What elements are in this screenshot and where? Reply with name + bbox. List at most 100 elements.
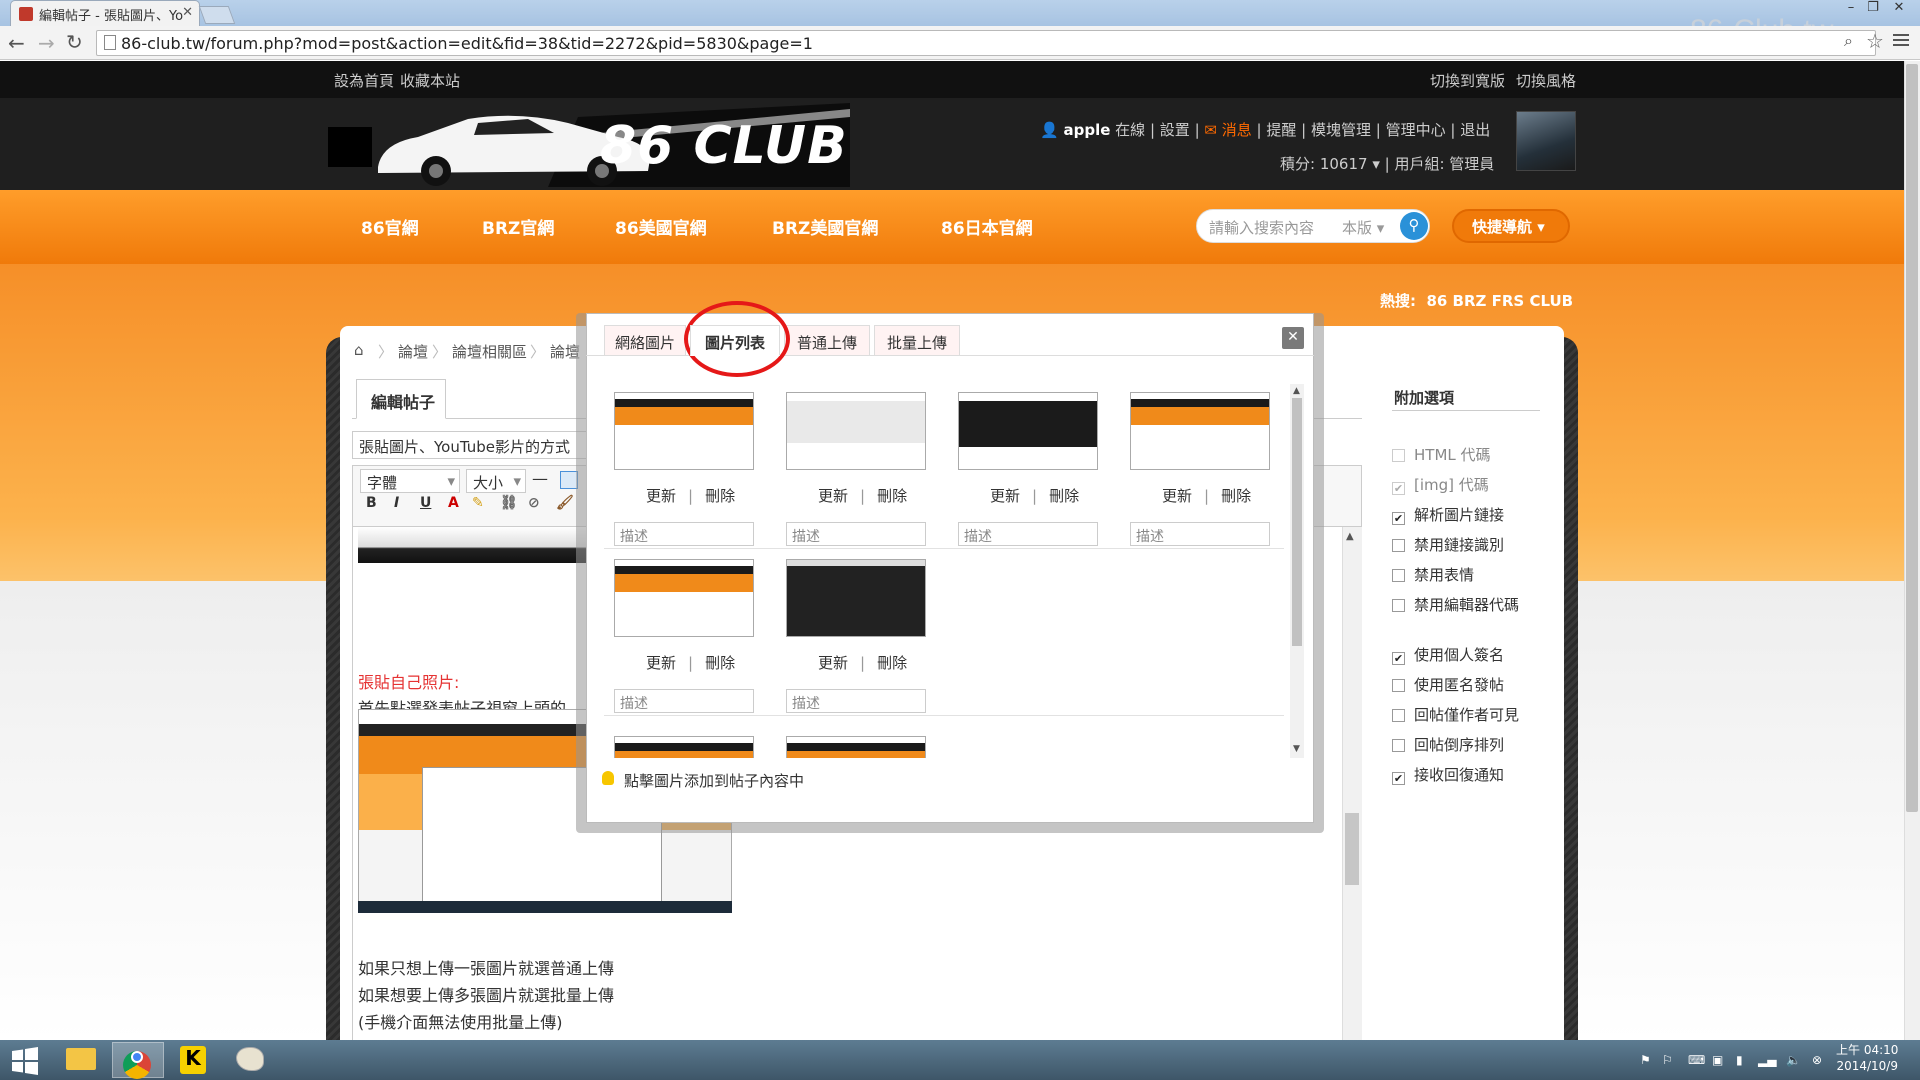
font-select[interactable]: 字體 ▾	[360, 469, 460, 493]
close-icon[interactable]: ✕	[1282, 327, 1304, 349]
page-scroll-thumb[interactable]	[1906, 64, 1918, 812]
size-select[interactable]: 大小 ▾	[466, 469, 526, 493]
back-arrow-icon[interactable]: ←	[8, 31, 25, 55]
unlink-icon[interactable]: ⊘	[528, 495, 540, 511]
hot-search-terms[interactable]: 86 BRZ FRS CLUB	[1426, 292, 1573, 310]
app-k-icon[interactable]: K	[168, 1042, 220, 1078]
option-row[interactable]: 使用匿名發帖	[1392, 674, 1504, 695]
subject-input[interactable]: 張貼圖片、YouTube影片的方式	[352, 431, 592, 459]
chrome-icon[interactable]	[112, 1042, 164, 1079]
tab-batch-upload[interactable]: 批量上傳	[874, 325, 960, 356]
magic-wand-icon[interactable]: ✎	[472, 495, 484, 511]
horizontal-rule-icon[interactable]: —	[532, 469, 548, 488]
nav-item-86-official[interactable]: 86官網	[361, 214, 419, 239]
update-link[interactable]: 更新	[818, 487, 848, 505]
nav-item-brz-official[interactable]: BRZ官網	[482, 214, 554, 239]
option-row[interactable]: ✔ 接收回復通知	[1392, 764, 1504, 785]
minimize-icon[interactable]: –	[1840, 0, 1862, 20]
file-explorer-icon[interactable]	[55, 1042, 107, 1078]
image-thumbnail[interactable]	[614, 736, 754, 758]
format-brush-icon[interactable]: 🖌	[556, 495, 574, 511]
nav-item-brz-us[interactable]: BRZ美國官網	[772, 214, 878, 239]
option-row[interactable]: HTML 代碼	[1392, 444, 1491, 465]
image-thumbnail[interactable]	[786, 736, 926, 758]
option-checkbox[interactable]	[1392, 599, 1405, 612]
image-thumbnail[interactable]	[786, 559, 926, 637]
tab-edit-post[interactable]: 編輯帖子	[356, 379, 446, 419]
option-row[interactable]: 禁用鏈接識別	[1392, 534, 1504, 555]
delete-link[interactable]: 刪除	[877, 487, 907, 505]
bookmark-site-link[interactable]: 收藏本站	[400, 70, 460, 91]
dialog-scroll-thumb[interactable]	[1292, 398, 1302, 646]
option-checkbox[interactable]: ✔	[1392, 772, 1405, 785]
admin-center-link[interactable]: 管理中心	[1386, 121, 1446, 139]
settings-link[interactable]: 設置	[1160, 121, 1190, 139]
image-thumbnail[interactable]	[1130, 392, 1270, 470]
messages-link[interactable]: 消息	[1222, 121, 1252, 139]
action-center-icon[interactable]: ⊗	[1812, 1053, 1822, 1067]
option-checkbox[interactable]	[1392, 539, 1405, 552]
bold-icon[interactable]: B	[366, 495, 377, 511]
image-thumbnail[interactable]	[958, 392, 1098, 470]
update-link[interactable]: 更新	[818, 654, 848, 672]
option-row[interactable]: ✔ 使用個人簽名	[1392, 644, 1504, 665]
scroll-up-icon[interactable]: ▲	[1346, 531, 1354, 542]
set-homepage-link[interactable]: 設為首頁	[334, 70, 394, 91]
description-input[interactable]: 描述	[786, 522, 926, 546]
update-link[interactable]: 更新	[990, 487, 1020, 505]
option-checkbox[interactable]: ✔	[1392, 512, 1405, 525]
browser-tab[interactable]: 編輯帖子 - 張貼圖片、Yo ✕	[10, 0, 200, 26]
description-input[interactable]: 描述	[958, 522, 1098, 546]
image-thumbnail[interactable]	[614, 392, 754, 470]
description-input[interactable]: 描述	[614, 522, 754, 546]
tab-image-list[interactable]: 圖片列表	[690, 325, 780, 356]
option-checkbox[interactable]	[1392, 569, 1405, 582]
update-link[interactable]: 更新	[646, 487, 676, 505]
paint-icon[interactable]	[224, 1042, 276, 1078]
window-close-icon[interactable]: ✕	[1884, 0, 1914, 20]
tray-icon[interactable]: ⚑	[1640, 1053, 1651, 1067]
logout-link[interactable]: 退出	[1460, 121, 1490, 139]
maximize-icon[interactable]: ❐	[1862, 0, 1884, 20]
delete-link[interactable]: 刪除	[1049, 487, 1079, 505]
underline-icon[interactable]: U	[420, 495, 431, 511]
module-admin-link[interactable]: 模塊管理	[1311, 121, 1371, 139]
option-checkbox[interactable]	[1392, 679, 1405, 692]
search-icon[interactable]: ⚲	[1400, 212, 1428, 240]
nav-item-86-us[interactable]: 86美國官網	[615, 214, 707, 239]
option-checkbox[interactable]	[1392, 449, 1405, 462]
option-checkbox[interactable]: ✔	[1392, 482, 1405, 495]
nav-item-86-japan[interactable]: 86日本官網	[941, 214, 1033, 239]
keyboard-icon[interactable]: ⌨	[1688, 1053, 1705, 1067]
option-row[interactable]: 禁用表情	[1392, 564, 1474, 585]
delete-link[interactable]: 刪除	[705, 654, 735, 672]
breadcrumb-forum-related[interactable]: 論壇相關區	[452, 341, 527, 362]
forward-arrow-icon[interactable]: →	[38, 31, 55, 55]
update-link[interactable]: 更新	[1162, 487, 1192, 505]
bookmark-star-icon[interactable]: ☆	[1866, 29, 1884, 53]
address-bar[interactable]: 86-club.tw/forum.php?mod=post&action=edi…	[96, 30, 1876, 56]
image-thumbnail[interactable]	[786, 392, 926, 470]
font-color-icon[interactable]: A	[448, 495, 459, 511]
scroll-up-icon[interactable]: ▲	[1293, 386, 1300, 396]
option-row[interactable]: ✔ [img] 代碼	[1392, 474, 1489, 495]
option-checkbox[interactable]: ✔	[1392, 652, 1405, 665]
update-link[interactable]: 更新	[646, 654, 676, 672]
switch-wide-link[interactable]: 切換到寬版	[1430, 70, 1505, 91]
user-group-link[interactable]: 用戶組: 管理員	[1394, 155, 1494, 173]
breadcrumb-forum[interactable]: 論壇	[398, 341, 428, 362]
delete-link[interactable]: 刪除	[705, 487, 735, 505]
search-scope-select[interactable]: 本版 ▾	[1342, 217, 1384, 238]
username-link[interactable]: apple	[1063, 121, 1110, 139]
home-icon[interactable]: ⌂	[354, 341, 364, 359]
option-row[interactable]: 回帖倒序排列	[1392, 734, 1504, 755]
option-checkbox[interactable]	[1392, 739, 1405, 752]
search-input[interactable]: 請輸入搜索內容	[1196, 209, 1430, 243]
points-link[interactable]: 積分: 10617	[1280, 155, 1368, 173]
tab-normal-upload[interactable]: 普通上傳	[784, 325, 870, 356]
avatar[interactable]	[1516, 111, 1576, 171]
option-row[interactable]: 回帖僅作者可見	[1392, 704, 1519, 725]
tab-close-icon[interactable]: ✕	[182, 5, 193, 20]
description-input[interactable]: 描述	[786, 689, 926, 713]
tray-flag-icon[interactable]: ⚐	[1662, 1053, 1673, 1067]
